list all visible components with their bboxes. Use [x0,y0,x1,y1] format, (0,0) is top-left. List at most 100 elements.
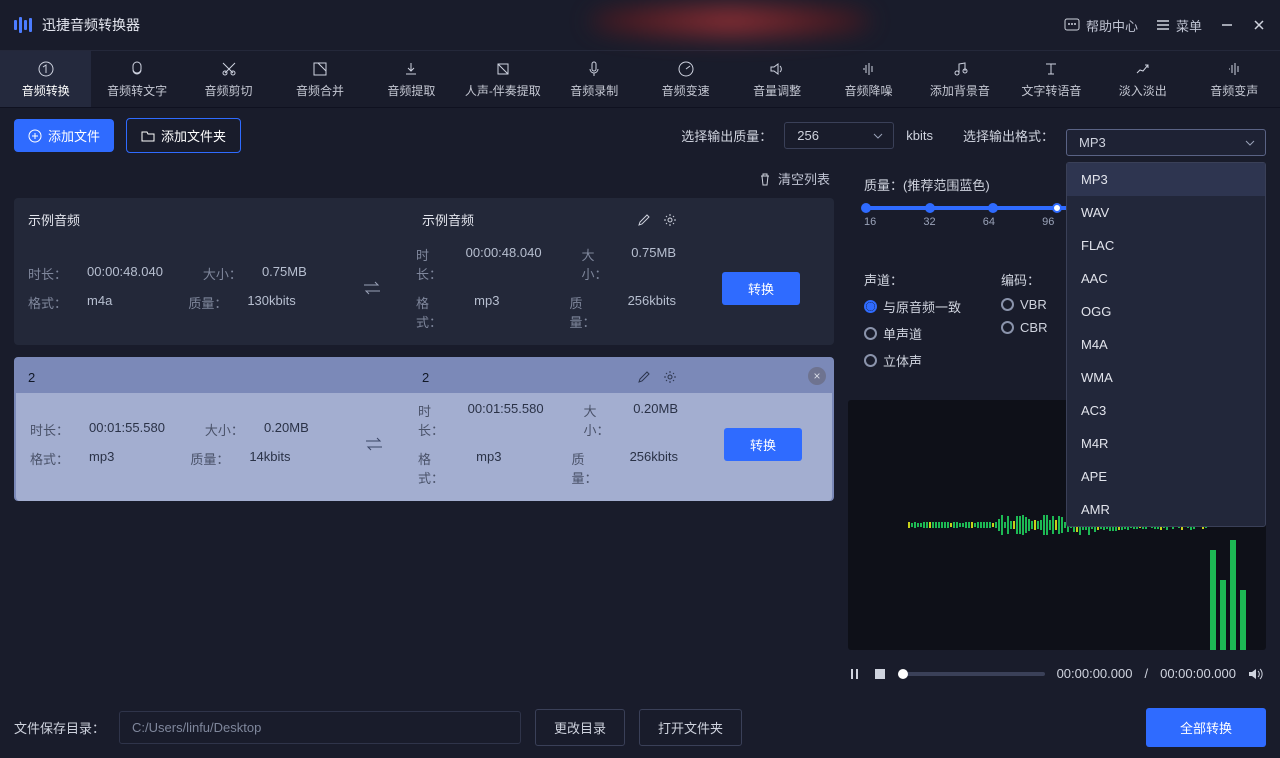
nav-tts[interactable]: 文字转语音 [1006,51,1097,107]
nav-add-bgm[interactable]: 添加背景音 [914,51,1005,107]
edit-icon[interactable] [636,212,652,228]
format-option-ogg[interactable]: OGG [1067,295,1265,328]
convert-button[interactable]: 转换 [724,428,802,461]
swap-icon [344,436,404,452]
file-name: 示例音频 [28,210,408,229]
nav-audio-extract[interactable]: 音频提取 [366,51,457,107]
format-option-amr[interactable]: AMR [1067,493,1265,526]
nav-voice-change[interactable]: 音频变声 [1188,51,1279,107]
format-value: mp3 [89,449,114,468]
chevron-down-icon [1245,140,1255,146]
convert-button[interactable]: 转换 [722,272,800,305]
noise-reduce-icon [860,60,878,78]
channel-label: 声道： [864,270,961,289]
minimize-button[interactable] [1220,18,1234,32]
channel-option[interactable]: 单声道 [864,324,961,343]
nav-vocal-remove[interactable]: 人声-伴奏提取 [457,51,548,107]
duration-value: 00:00:48.040 [87,264,163,283]
quality-value: 14kbits [249,449,290,468]
top-nav: 音频转换音频转文字音频剪切音频合并音频提取人声-伴奏提取音频录制音频变速音量调整… [0,50,1280,108]
file-card[interactable]: 示例音频示例音频时长：00:00:48.040大小：0.75MB格式：m4a质量… [14,198,834,345]
format-option-m4r[interactable]: M4R [1067,427,1265,460]
output-quality-select[interactable]: 256 [784,122,894,149]
size-value: 0.20MB [264,420,309,439]
format-option-wma[interactable]: WMA [1067,361,1265,394]
nav-audio-to-text[interactable]: 音频转文字 [91,51,182,107]
output-quality-label: 选择输出质量： [681,126,772,145]
format-option-wav[interactable]: WAV [1067,196,1265,229]
nav-audio-convert[interactable]: 音频转换 [0,51,91,107]
audio-speed-icon [677,60,695,78]
channel-option[interactable]: 与原音频一致 [864,297,961,316]
volume-adjust-icon [768,60,786,78]
change-dir-button[interactable]: 更改目录 [535,709,625,746]
convert-all-button[interactable]: 全部转换 [1146,708,1266,747]
app-logo-icon [14,17,32,33]
file-name: 2 [28,370,408,385]
gear-icon[interactable] [662,212,678,228]
player-bar: 00:00:00.000 / 00:00:00.000 [848,660,1266,687]
channel-option[interactable]: 立体声 [864,351,961,370]
encode-option[interactable]: VBR [1001,297,1047,312]
output-format-label: 选择输出格式： [963,126,1054,145]
remove-file-button[interactable]: × [808,367,826,385]
chevron-down-icon [873,133,883,139]
quality-value: 130kbits [247,293,295,312]
save-path-label: 文件保存目录： [14,718,105,737]
nav-audio-cut[interactable]: 音频剪切 [183,51,274,107]
quality-unit: kbits [906,128,933,143]
decorative-glow [590,6,870,36]
save-path-input[interactable]: C:/Users/linfu/Desktop [119,711,521,744]
output-file-name: 2 [422,370,622,385]
edit-icon[interactable] [636,369,652,385]
app-title: 迅捷音频转换器 [42,15,140,35]
format-option-aac[interactable]: AAC [1067,262,1265,295]
audio-merge-icon [311,60,329,78]
audio-cut-icon [220,60,238,78]
add-bgm-icon [951,60,969,78]
nav-audio-speed[interactable]: 音频变速 [640,51,731,107]
nav-noise-reduce[interactable]: 音频降噪 [823,51,914,107]
duration-value: 00:01:55.580 [89,420,165,439]
time-total: 00:00:00.000 [1160,666,1236,681]
format-option-flac[interactable]: FLAC [1067,229,1265,262]
nav-audio-record[interactable]: 音频录制 [549,51,640,107]
nav-audio-merge[interactable]: 音频合并 [274,51,365,107]
time-current: 00:00:00.000 [1057,666,1133,681]
encode-label: 编码： [1001,270,1047,289]
nav-fade[interactable]: 淡入淡出 [1097,51,1188,107]
clear-list-button[interactable]: 清空列表 [758,169,830,188]
vocal-remove-icon [494,60,512,78]
volume-icon[interactable] [1248,667,1264,681]
stop-icon[interactable] [874,668,886,680]
format-value: m4a [87,293,112,312]
output-file-name: 示例音频 [422,210,622,229]
pause-icon[interactable] [850,668,862,680]
format-option-ac3[interactable]: AC3 [1067,394,1265,427]
help-center-button[interactable]: 帮助中心 [1064,16,1138,35]
menu-button[interactable]: 菜单 [1156,16,1202,35]
nav-volume-adjust[interactable]: 音量调整 [731,51,822,107]
voice-change-icon [1225,60,1243,78]
progress-track[interactable] [898,672,1045,676]
audio-extract-icon [402,60,420,78]
format-dropdown: MP3WAVFLACAACOGGM4AWMAAC3M4RAPEAMR [1066,162,1266,527]
footer: 文件保存目录： C:/Users/linfu/Desktop 更改目录 打开文件… [0,696,1280,758]
output-format-select[interactable]: MP3 [1066,129,1266,156]
add-file-button[interactable]: 添加文件 [14,119,114,152]
size-value: 0.75MB [262,264,307,283]
open-dir-button[interactable]: 打开文件夹 [639,709,742,746]
audio-convert-icon [37,60,55,78]
add-folder-button[interactable]: 添加文件夹 [126,118,241,153]
file-card[interactable]: 22×时长：00:01:55.580大小：0.20MB格式：mp3质量：14kb… [14,357,834,501]
titlebar: 迅捷音频转换器 帮助中心 菜单 [0,0,1280,50]
swap-icon [342,280,402,296]
format-option-mp3[interactable]: MP3 [1067,163,1265,196]
audio-record-icon [585,60,603,78]
gear-icon[interactable] [662,369,678,385]
encode-option[interactable]: CBR [1001,320,1047,335]
format-option-ape[interactable]: APE [1067,460,1265,493]
close-button[interactable] [1252,18,1266,32]
tts-icon [1042,60,1060,78]
format-option-m4a[interactable]: M4A [1067,328,1265,361]
